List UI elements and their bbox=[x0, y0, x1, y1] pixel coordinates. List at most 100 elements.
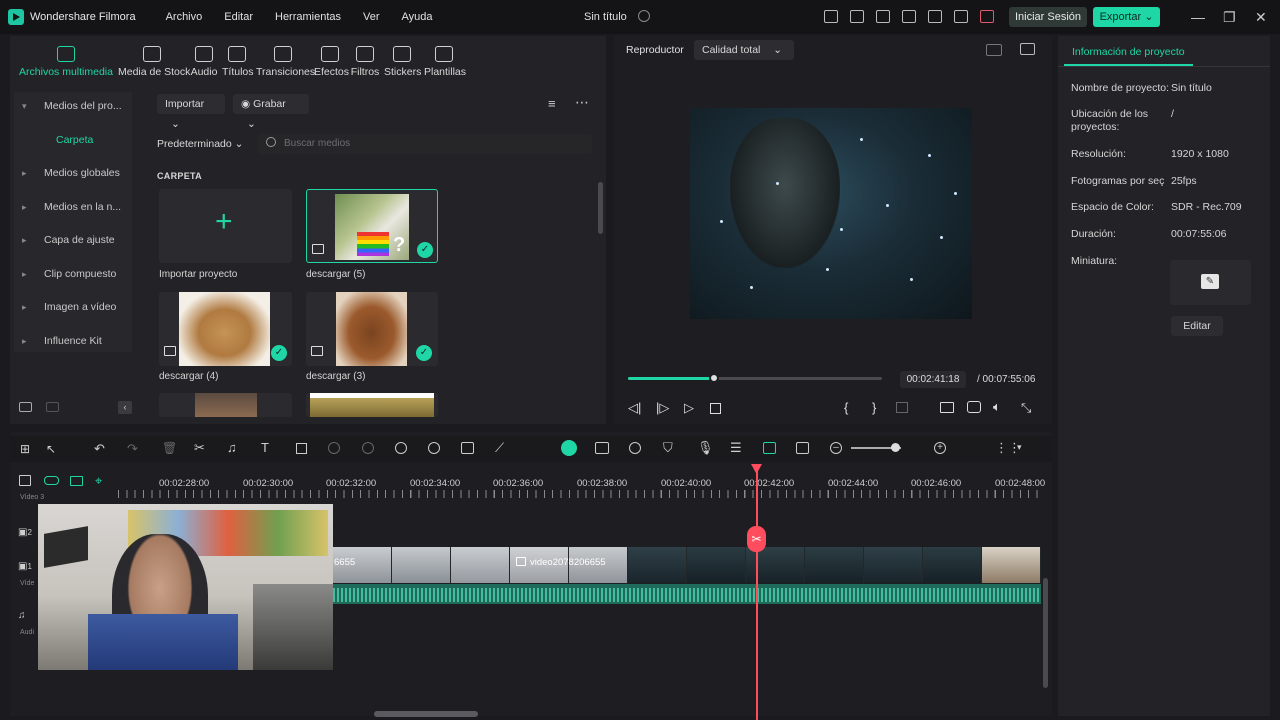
restore-icon[interactable]: ❐ bbox=[1223, 9, 1236, 26]
tab-titles[interactable]: Títulos bbox=[222, 46, 254, 78]
layout-grid-icon[interactable]: ⊞ bbox=[20, 442, 30, 456]
zoom-out-icon[interactable]: – bbox=[830, 442, 842, 454]
sidebar-item-adjustment-layer[interactable]: Capa de ajuste bbox=[14, 226, 132, 260]
delete-icon[interactable]: 🗑︎ bbox=[162, 441, 177, 455]
send-icon[interactable] bbox=[824, 10, 838, 23]
tab-stickers[interactable]: Stickers bbox=[384, 46, 421, 78]
edit-button[interactable]: Editar bbox=[1171, 316, 1223, 336]
media-item-descargar-4[interactable]: ✓ bbox=[159, 292, 292, 366]
magnet-icon[interactable]: ⌖ bbox=[95, 473, 102, 489]
mask-icon[interactable] bbox=[428, 442, 440, 454]
sidebar-item-project-media[interactable]: Medios del pro... bbox=[14, 92, 132, 126]
undo-icon[interactable]: ↶ bbox=[94, 441, 105, 457]
fullscreen-icon[interactable]: ⤡ bbox=[1021, 400, 1031, 416]
search-input[interactable]: Buscar medios bbox=[258, 134, 592, 154]
track-1-icon[interactable]: ▣1 bbox=[18, 561, 32, 572]
zoom-in-icon[interactable]: + bbox=[934, 442, 946, 454]
close-icon[interactable]: ✕ bbox=[1255, 9, 1267, 26]
menu-archivo[interactable]: Archivo bbox=[166, 11, 203, 23]
camera-icon[interactable] bbox=[967, 401, 981, 413]
speed-icon[interactable] bbox=[328, 442, 340, 454]
current-time[interactable]: 00:02:41:18 bbox=[900, 371, 966, 388]
import-project-tile[interactable]: + bbox=[159, 189, 292, 263]
screen-icon[interactable] bbox=[876, 10, 890, 23]
tab-project-info[interactable]: Información de proyecto bbox=[1064, 40, 1193, 66]
support-icon[interactable] bbox=[954, 10, 968, 23]
chevron-down-icon[interactable]: ▾ bbox=[1017, 442, 1022, 453]
shield-icon[interactable]: ⛉ bbox=[663, 440, 673, 456]
audio-track-icon[interactable]: ♫ bbox=[18, 610, 26, 621]
media-item-partial[interactable] bbox=[159, 393, 292, 417]
mark-out-icon[interactable]: } bbox=[872, 400, 876, 415]
link-icon[interactable] bbox=[44, 476, 59, 485]
sidebar-item-cloud-media[interactable]: Medios en la n... bbox=[14, 193, 132, 227]
thumbnail-preview[interactable]: ✎ bbox=[1170, 260, 1251, 305]
motion-icon[interactable] bbox=[629, 442, 641, 454]
tab-transitions[interactable]: Transiciones bbox=[256, 46, 315, 78]
stop-icon[interactable] bbox=[710, 403, 721, 414]
next-frame-icon[interactable]: |▷ bbox=[656, 400, 669, 416]
volume-icon[interactable]: 🔈︎ bbox=[993, 399, 1001, 415]
add-track-icon[interactable] bbox=[19, 475, 31, 486]
tab-templates[interactable]: Plantillas bbox=[424, 46, 466, 78]
menu-editar[interactable]: Editar bbox=[224, 11, 253, 23]
split-scissors-icon[interactable]: ✂ bbox=[194, 440, 205, 456]
playhead[interactable] bbox=[756, 466, 758, 720]
audio-mixer-icon[interactable]: ☰ bbox=[730, 440, 742, 456]
tab-filters[interactable]: Filtros bbox=[350, 46, 380, 78]
media-item-descargar-5[interactable]: ? ✓ bbox=[306, 189, 438, 263]
more-options-icon[interactable]: ⋯ bbox=[575, 94, 589, 111]
filter-list-icon[interactable]: ≡ bbox=[548, 96, 556, 111]
snapshot-image-icon[interactable] bbox=[1020, 43, 1035, 55]
upload-icon[interactable] bbox=[928, 10, 942, 23]
ai-portrait-icon[interactable] bbox=[595, 442, 609, 454]
prev-frame-icon[interactable]: ◁| bbox=[628, 400, 641, 416]
microphone-icon[interactable]: 🎙︎ bbox=[697, 440, 714, 456]
ai-tool-icon[interactable] bbox=[395, 442, 407, 454]
zoom-slider-handle[interactable] bbox=[891, 443, 900, 452]
sidebar-item-compound-clip[interactable]: Clip compuesto bbox=[14, 260, 132, 294]
select-tool-icon[interactable]: ↖ bbox=[46, 442, 56, 456]
menu-ver[interactable]: Ver bbox=[363, 11, 380, 23]
fit-icon[interactable] bbox=[796, 442, 809, 454]
sidebar-item-influence-kit[interactable]: Influence Kit bbox=[14, 327, 132, 361]
save-icon[interactable] bbox=[902, 10, 916, 23]
color-icon[interactable] bbox=[362, 442, 374, 454]
timeline-vertical-scrollbar[interactable] bbox=[1043, 578, 1048, 688]
import-dropdown[interactable]: Importar ⌄ bbox=[157, 94, 225, 130]
collapse-sidebar-icon[interactable]: ‹ bbox=[118, 401, 132, 414]
snap-icon[interactable] bbox=[763, 442, 776, 454]
magic-cut-icon[interactable]: ⟋ bbox=[495, 440, 504, 456]
quality-dropdown[interactable]: Calidad total ⌄ bbox=[694, 40, 794, 60]
delete-folder-icon[interactable] bbox=[46, 402, 59, 412]
menu-ayuda[interactable]: Ayuda bbox=[402, 11, 433, 23]
record-dropdown[interactable]: ◉ Grabar ⌄ bbox=[233, 94, 309, 130]
apps-icon[interactable] bbox=[980, 10, 994, 23]
mark-in-icon[interactable]: { bbox=[844, 400, 848, 415]
media-scrollbar[interactable] bbox=[598, 182, 603, 234]
render-icon[interactable] bbox=[561, 440, 577, 456]
insert-icon[interactable] bbox=[896, 402, 908, 413]
player-tab[interactable]: Reproductor bbox=[626, 44, 684, 56]
grid-view-icon[interactable] bbox=[986, 44, 1002, 56]
audio-detach-icon[interactable]: ♫ bbox=[227, 440, 237, 455]
split-at-playhead-button[interactable]: ✂ bbox=[747, 526, 766, 552]
translate-icon[interactable] bbox=[461, 442, 474, 454]
preview-video[interactable] bbox=[690, 108, 972, 319]
display-icon[interactable] bbox=[940, 402, 954, 413]
login-button[interactable]: Iniciar Sesión bbox=[1009, 7, 1088, 27]
marker-icon[interactable] bbox=[70, 476, 83, 486]
menu-herramientas[interactable]: Herramientas bbox=[275, 11, 341, 23]
new-folder-icon[interactable] bbox=[19, 402, 32, 412]
tab-effects[interactable]: Efectos bbox=[314, 46, 349, 78]
track-2-icon[interactable]: ▣2 bbox=[18, 527, 32, 538]
media-item-descargar-3[interactable]: ✓ bbox=[306, 292, 438, 366]
video-clip[interactable] bbox=[333, 547, 1041, 583]
crop-icon[interactable] bbox=[296, 443, 307, 454]
sort-dropdown[interactable]: Predeterminado ⌄ bbox=[157, 134, 243, 154]
export-button[interactable]: Exportar ⌄ bbox=[1093, 7, 1160, 27]
tab-stock-media[interactable]: Media de Stock bbox=[118, 46, 190, 78]
sidebar-item-folder[interactable]: Carpeta bbox=[14, 126, 132, 160]
cloud-doc-icon[interactable] bbox=[850, 10, 864, 23]
tab-media-files[interactable]: Archivos multimedia bbox=[18, 46, 114, 78]
